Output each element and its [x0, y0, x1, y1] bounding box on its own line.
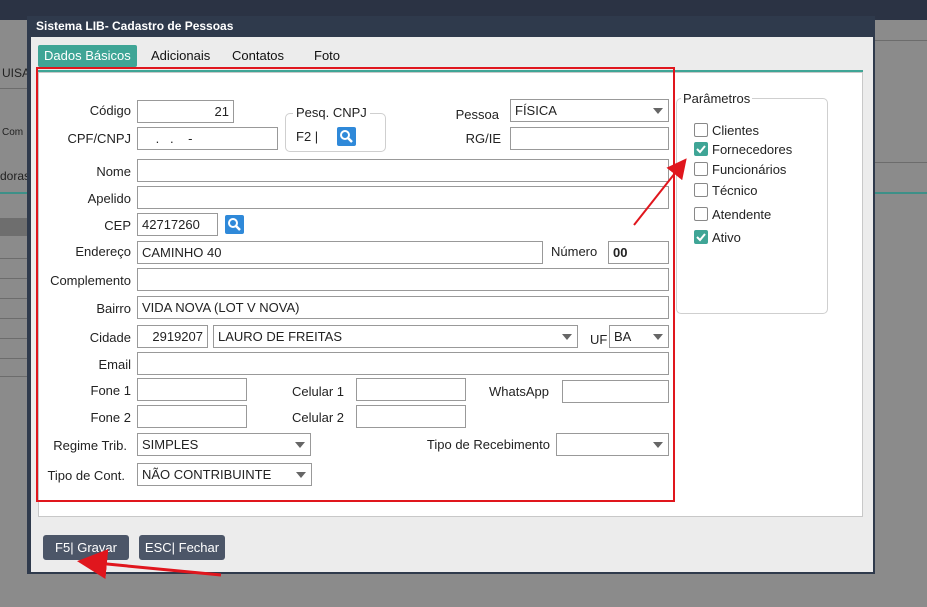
annotation-arrows	[77, 158, 687, 579]
annotation-arrow-gravar	[77, 549, 222, 579]
annotation-arrow-fornecedores	[633, 158, 687, 226]
